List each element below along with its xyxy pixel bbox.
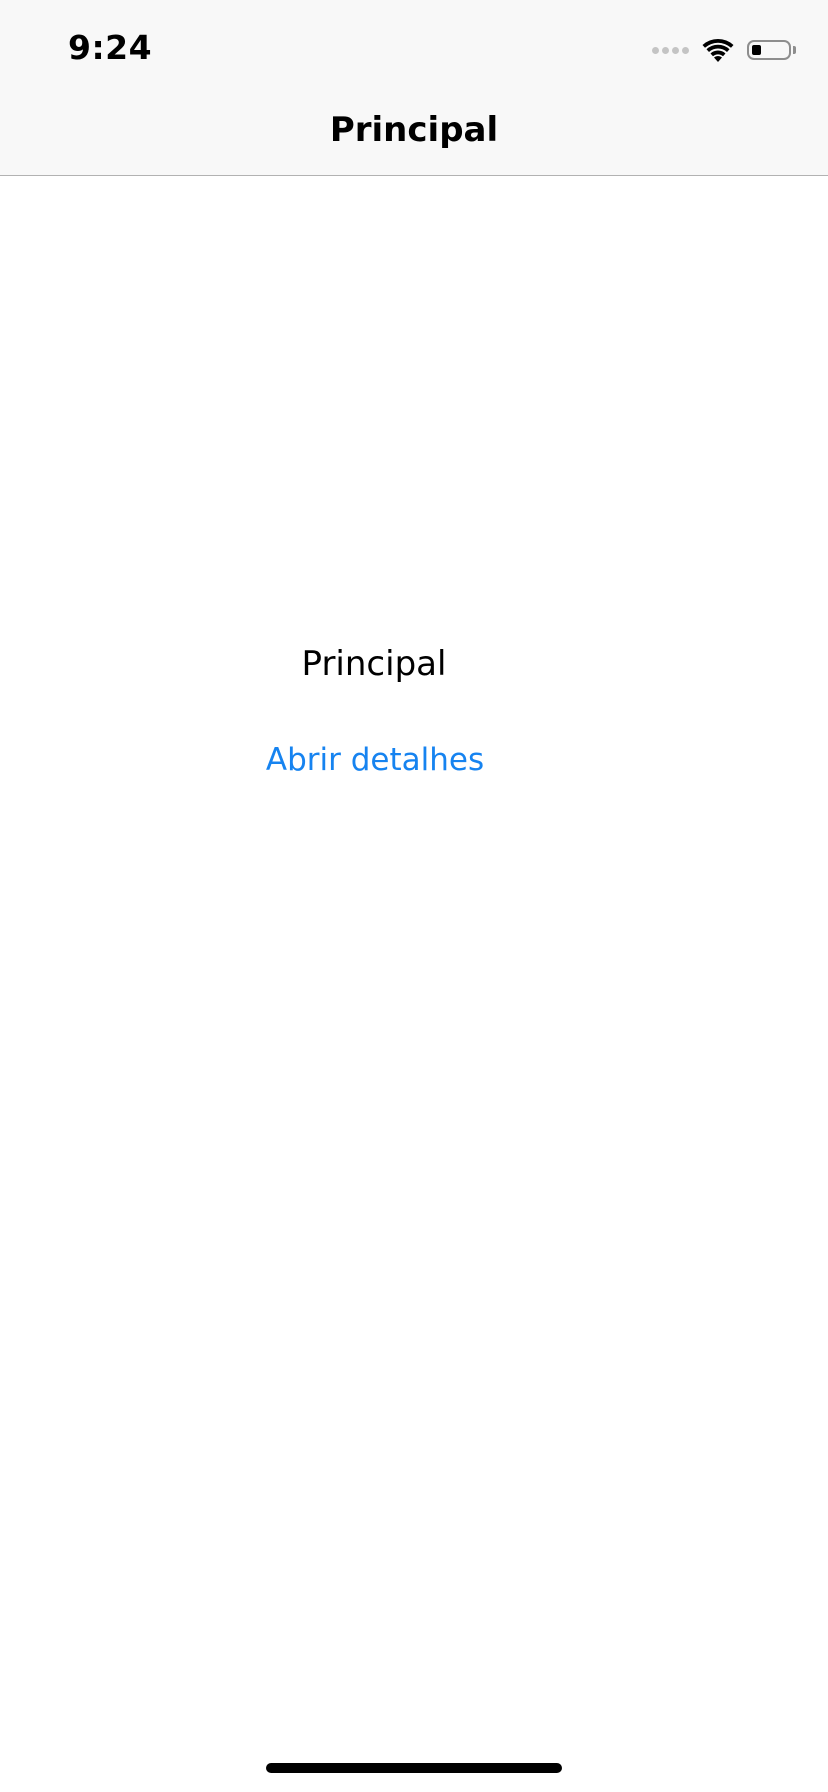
wifi-icon: [702, 38, 734, 62]
nav-title: Principal: [329, 110, 499, 150]
open-details-button[interactable]: Abrir detalhes: [0, 742, 750, 778]
cellular-signal-icon: [652, 46, 689, 54]
battery-level: [752, 45, 761, 55]
battery-icon: [747, 40, 791, 60]
home-indicator[interactable]: [266, 1763, 562, 1773]
battery-cap: [793, 46, 796, 54]
navigation-header: 9:24 Principal: [0, 0, 828, 176]
status-icons: [652, 36, 796, 64]
main-label: Principal: [301, 644, 447, 684]
status-time: 9:24: [68, 28, 153, 67]
